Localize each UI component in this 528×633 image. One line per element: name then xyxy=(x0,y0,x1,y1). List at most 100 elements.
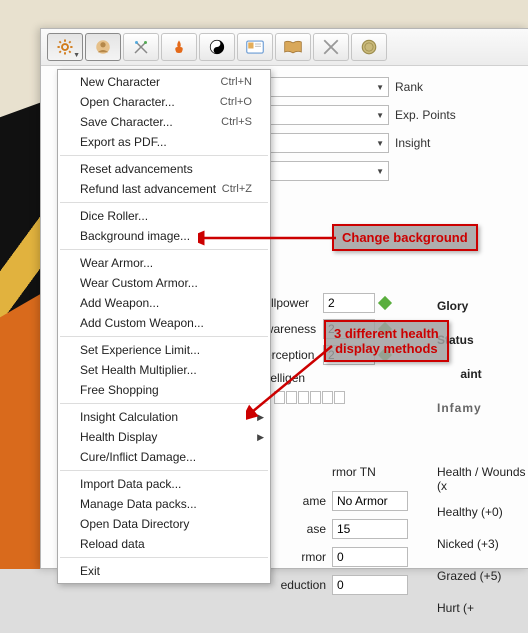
book-button[interactable] xyxy=(275,33,311,61)
menu-item[interactable]: Save Character...Ctrl+S xyxy=(58,112,270,132)
menu-shortcut: Ctrl+O xyxy=(220,95,252,109)
book-icon xyxy=(283,40,303,54)
rank-label: Rank xyxy=(395,80,423,94)
menu-item[interactable]: Set Health Multiplier... xyxy=(58,360,270,380)
health-wounds-panel: Health / Wounds (x Healthy (+0)Nicked (+… xyxy=(437,465,528,633)
menu-separator xyxy=(60,155,268,156)
menu-item[interactable]: Reload data xyxy=(58,534,270,554)
armor-row-label: eduction xyxy=(274,578,332,592)
menu-item-label: Reset advancements xyxy=(80,162,193,176)
weapons-button[interactable] xyxy=(313,33,349,61)
exp-combo[interactable]: ▼ xyxy=(259,105,389,125)
menu-item[interactable]: Manage Data packs... xyxy=(58,494,270,514)
menu-separator xyxy=(60,470,268,471)
menu-separator xyxy=(60,249,268,250)
menu-item[interactable]: Open Character... Ctrl+O xyxy=(58,92,270,112)
gear-icon xyxy=(56,38,74,56)
armor-row: ame xyxy=(274,491,408,511)
menu-separator xyxy=(60,557,268,558)
health-row: Healthy (+0) xyxy=(437,505,528,519)
coin-icon xyxy=(360,38,378,56)
submenu-arrow-icon: ▶ xyxy=(257,410,264,424)
chevron-down-icon: ▼ xyxy=(372,83,384,92)
menu-item-label: Health Display xyxy=(80,430,157,444)
yinyang-button[interactable] xyxy=(199,33,235,61)
menu-item[interactable]: Import Data pack... xyxy=(58,474,270,494)
menu-item-label: Wear Armor... xyxy=(80,256,153,270)
armor-row-label: ase xyxy=(274,522,332,536)
health-row: Hurt (+ xyxy=(437,601,528,615)
fire-button[interactable] xyxy=(161,33,197,61)
health-row: Nicked (+3) xyxy=(437,537,528,551)
menu-item[interactable]: Set Experience Limit... xyxy=(58,340,270,360)
menu-item[interactable]: Add Weapon... xyxy=(58,293,270,313)
extra-combo[interactable]: ▼ xyxy=(259,161,389,181)
menu-separator xyxy=(60,336,268,337)
character-button[interactable] xyxy=(85,33,121,61)
menu-item[interactable]: Open Data Directory xyxy=(58,514,270,534)
infamy-label: Infamy xyxy=(437,401,482,415)
menu-item[interactable]: Refund last advancement Ctrl+Z xyxy=(58,179,270,199)
menu-item-label: Free Shopping xyxy=(80,383,159,397)
coin-button[interactable] xyxy=(351,33,387,61)
menu-shortcut: Ctrl+Z xyxy=(222,182,252,196)
armor-row-label: ame xyxy=(274,494,332,508)
health-row: Grazed (+5) xyxy=(437,569,528,583)
menu-item-label: Insight Calculation xyxy=(80,410,178,424)
armor-row-input[interactable] xyxy=(332,519,408,539)
diamond-icon xyxy=(378,296,392,310)
menu-item-label: Save Character... xyxy=(80,115,173,129)
exp-label: Exp. Points xyxy=(395,108,456,122)
rank-combo[interactable]: ▼ xyxy=(259,77,389,97)
menu-item-label: Dice Roller... xyxy=(80,209,148,223)
swords-icon xyxy=(132,38,150,56)
menu-item-label: Export as PDF... xyxy=(80,135,167,149)
menu-item-label: Add Custom Weapon... xyxy=(80,316,204,330)
armor-row: eduction xyxy=(274,575,408,595)
glory-label: Glory xyxy=(437,299,482,313)
stat-value-input[interactable] xyxy=(323,293,375,313)
menu-item-label: Set Health Multiplier... xyxy=(80,363,197,377)
flame-icon xyxy=(171,38,187,56)
menu-shortcut: Ctrl+N xyxy=(221,75,252,89)
menu-item[interactable]: Exit xyxy=(58,561,270,581)
menu-item-label: Cure/Inflict Damage... xyxy=(80,450,196,464)
menu-item-label: Wear Custom Armor... xyxy=(80,276,198,290)
menu-item[interactable]: Add Custom Weapon... xyxy=(58,313,270,333)
menu-item[interactable]: Export as PDF... xyxy=(58,132,270,152)
armor-row-input[interactable] xyxy=(332,575,408,595)
menu-separator xyxy=(60,202,268,203)
menu-item-label: Background image... xyxy=(80,229,190,243)
card-button[interactable] xyxy=(237,33,273,61)
menu-item[interactable]: Cure/Inflict Damage... xyxy=(58,447,270,467)
menu-item[interactable]: Dice Roller... xyxy=(58,206,270,226)
menu-item-label: New Character xyxy=(80,75,160,89)
menu-item[interactable]: Free Shopping xyxy=(58,380,270,400)
menu-item-label: Refund last advancement xyxy=(80,182,216,196)
armor-row: ase xyxy=(274,519,408,539)
main-toolbar: ▼ xyxy=(41,29,528,66)
armor-row: rmor xyxy=(274,547,408,567)
menu-item[interactable]: Wear Armor... xyxy=(58,253,270,273)
dropdown-arrow-icon: ▼ xyxy=(73,52,80,59)
card-icon xyxy=(246,40,264,54)
menu-item-label: Import Data pack... xyxy=(80,477,181,491)
insight-label: Insight xyxy=(395,136,430,150)
insight-combo[interactable]: ▼ xyxy=(259,133,389,153)
combat-button[interactable] xyxy=(123,33,159,61)
character-icon xyxy=(94,38,112,56)
armor-row-input[interactable] xyxy=(332,547,408,567)
submenu-arrow-icon: ▶ xyxy=(257,430,264,444)
menu-item-label: Set Experience Limit... xyxy=(80,343,200,357)
menu-item[interactable]: Background image... xyxy=(58,226,270,246)
menu-item[interactable]: Reset advancements xyxy=(58,159,270,179)
void-points-boxes[interactable] xyxy=(274,391,345,404)
menu-item[interactable]: Health Display ▶ xyxy=(58,427,270,447)
armor-row-input[interactable] xyxy=(332,491,408,511)
menu-item[interactable]: New Character Ctrl+N xyxy=(58,72,270,92)
menu-item-label: Open Character... xyxy=(80,95,175,109)
menu-item[interactable]: Insight Calculation ▶ xyxy=(58,407,270,427)
settings-button[interactable]: ▼ xyxy=(47,33,83,61)
menu-item[interactable]: Wear Custom Armor... xyxy=(58,273,270,293)
annotation-health-methods: 3 different health display methods xyxy=(324,320,449,362)
